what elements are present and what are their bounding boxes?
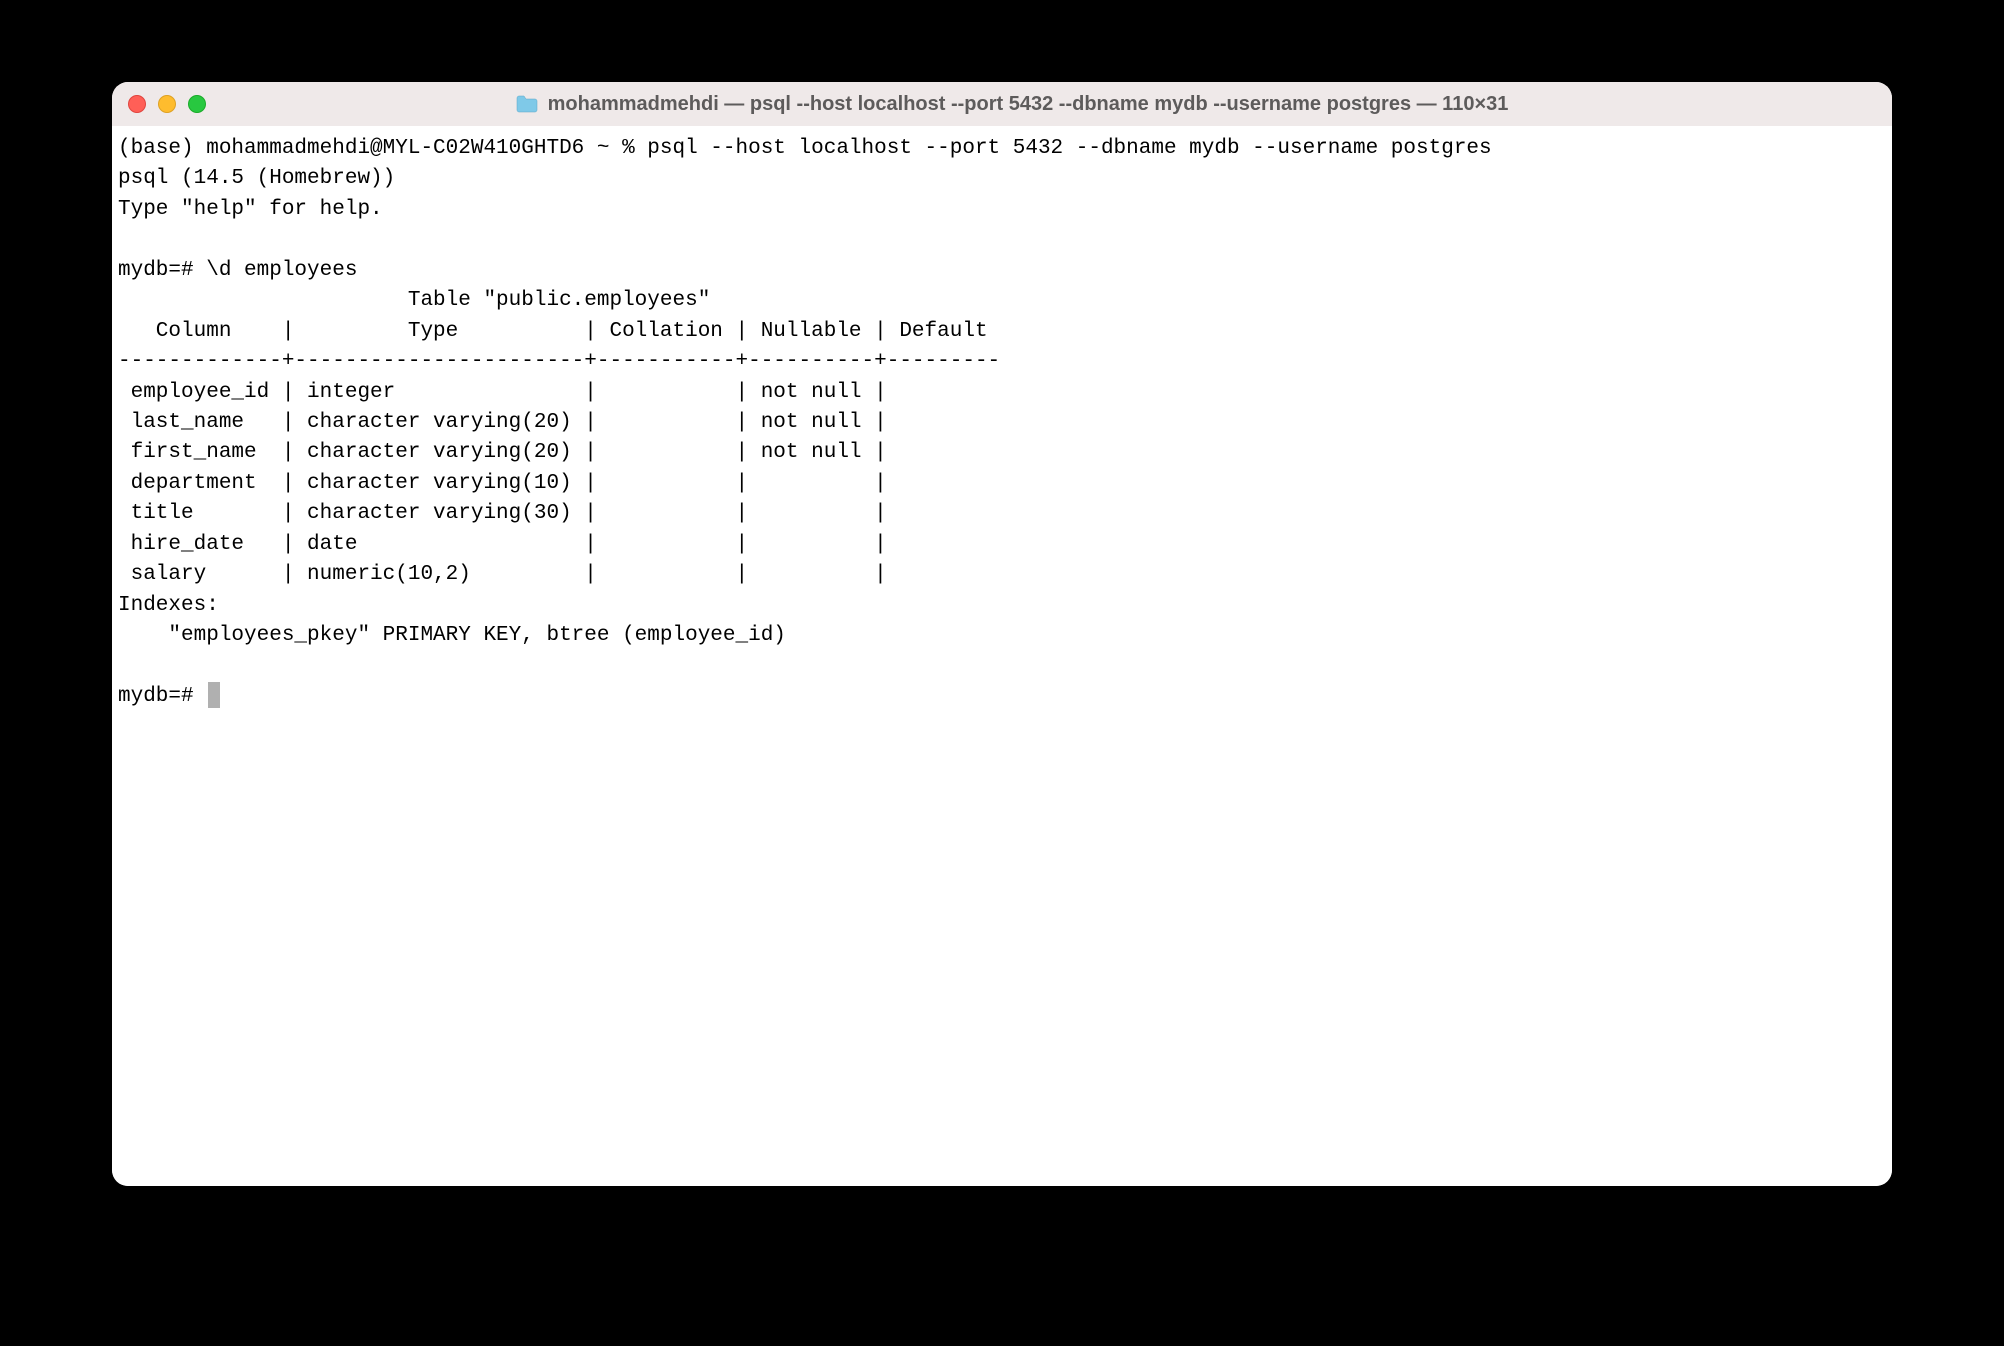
terminal-line: employee_id | integer | | not null | [118, 381, 899, 404]
terminal-line: mydb=# \d employees [118, 259, 357, 282]
terminal-line: Column | Type | Collation | Nullable | D… [118, 320, 1000, 343]
terminal-line: salary | numeric(10,2) | | | [118, 563, 899, 586]
window-title: mohammadmehdi — psql --host localhost --… [548, 93, 1509, 116]
terminal-line: department | character varying(10) | | | [118, 472, 899, 495]
folder-icon [516, 95, 538, 113]
terminal-line: last_name | character varying(20) | | no… [118, 411, 899, 434]
titlebar[interactable]: mohammadmehdi — psql --host localhost --… [112, 82, 1892, 126]
cursor [208, 682, 220, 708]
terminal-line: "employees_pkey" PRIMARY KEY, btree (emp… [118, 624, 786, 647]
terminal-line: title | character varying(30) | | | [118, 502, 899, 525]
terminal-line: Indexes: [118, 594, 219, 617]
terminal-window: mohammadmehdi — psql --host localhost --… [112, 82, 1892, 1186]
title-wrap: mohammadmehdi — psql --host localhost --… [148, 93, 1876, 116]
terminal-line: -------------+-----------------------+--… [118, 350, 1000, 373]
terminal-line: (base) mohammadmehdi@MYL-C02W410GHTD6 ~ … [118, 137, 1492, 160]
terminal-line: first_name | character varying(20) | | n… [118, 441, 899, 464]
terminal-prompt: mydb=# [118, 685, 206, 708]
terminal-line: hire_date | date | | | [118, 533, 899, 556]
terminal-body[interactable]: (base) mohammadmehdi@MYL-C02W410GHTD6 ~ … [112, 126, 1892, 1186]
terminal-line: psql (14.5 (Homebrew)) [118, 167, 395, 190]
terminal-line: Table "public.employees" [118, 289, 710, 312]
close-button[interactable] [128, 95, 146, 113]
terminal-line: Type "help" for help. [118, 198, 383, 221]
